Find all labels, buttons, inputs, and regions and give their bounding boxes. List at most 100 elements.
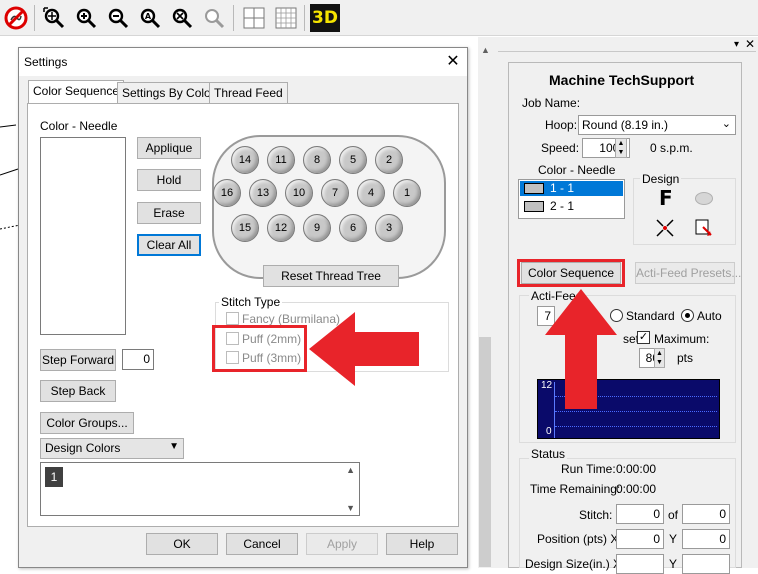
speed-label: Speed: <box>541 141 580 155</box>
canvas-scrollbar[interactable]: ▲ <box>478 37 492 568</box>
main-toolbar: A 3D <box>0 0 758 36</box>
spool-5[interactable]: 5 <box>339 146 367 174</box>
step-forward-button[interactable]: Step Forward <box>40 349 116 371</box>
scroll-down-icon[interactable]: ▼ <box>346 503 355 513</box>
spinner-icon[interactable]: ▲ ▼ <box>615 138 627 158</box>
fancy-checkbox[interactable] <box>226 312 239 325</box>
design-group <box>633 178 736 245</box>
zoom-fit-icon[interactable] <box>40 4 68 32</box>
design-colors-list[interactable]: 1 ▲ ▼ <box>40 462 360 516</box>
hoop-value: Round (8.19 in.) <box>582 118 669 132</box>
toolbar-separator <box>304 5 305 31</box>
spool-7[interactable]: 7 <box>321 179 349 207</box>
run-time-value: 0:00:00 <box>616 462 657 476</box>
standard-label: Standard <box>626 309 675 323</box>
close-icon[interactable]: ✕ <box>745 37 755 51</box>
pane-divider <box>498 51 756 52</box>
spool-13[interactable]: 13 <box>249 179 277 207</box>
color-needle-list[interactable] <box>40 137 126 335</box>
stitch-label: Stitch: <box>579 508 613 522</box>
scroll-up-icon[interactable]: ▲ <box>346 465 355 475</box>
color-needle-list[interactable]: 1 - 1 2 - 1 <box>518 179 625 219</box>
design-size-label: Design Size(in.) X <box>525 557 622 571</box>
scroll-up-icon[interactable]: ▲ <box>481 45 490 55</box>
dialog-title: Settings <box>24 55 68 69</box>
auto-label: Auto <box>697 309 722 323</box>
design-size-x <box>616 554 664 574</box>
pin-icon[interactable]: ▾ <box>734 39 739 50</box>
zoom-cancel-icon[interactable] <box>168 4 196 32</box>
hoop-shape-icon <box>695 192 713 205</box>
spool-10[interactable]: 10 <box>285 179 313 207</box>
clear-all-button[interactable]: Clear All <box>137 234 201 256</box>
time-remaining-value: 0:00:00 <box>616 482 657 496</box>
position-y-label: Y <box>669 532 678 546</box>
stitch-value: 0 <box>616 504 664 524</box>
design-color-swatch[interactable]: 1 <box>45 467 63 487</box>
design-colors-select[interactable]: Design Colors ▼ <box>40 438 184 459</box>
step-back-button[interactable]: Step Back <box>40 380 116 402</box>
erase-button[interactable]: Erase <box>137 202 201 224</box>
zoom-in-icon[interactable] <box>72 4 100 32</box>
grid-icon[interactable] <box>240 4 268 32</box>
spool-2[interactable]: 2 <box>375 146 403 174</box>
spool-14[interactable]: 14 <box>231 146 259 174</box>
tab-thread-feed[interactable]: Thread Feed <box>209 82 288 103</box>
grid-fine-icon[interactable] <box>272 4 300 32</box>
color-groups-button[interactable]: Color Groups... <box>40 412 134 434</box>
chevron-down-icon: ⌄ <box>721 118 731 130</box>
zoom-area-icon[interactable]: A <box>136 4 164 32</box>
trace-icon[interactable] <box>693 217 715 239</box>
help-button[interactable]: Help <box>386 533 458 555</box>
tab-color-sequence[interactable]: Color Sequence <box>28 80 125 104</box>
annotation-arrow-up-icon <box>545 289 617 409</box>
design-size-y <box>682 554 730 574</box>
toolbar-separator <box>233 5 234 31</box>
3d-view-icon[interactable]: 3D <box>310 4 340 32</box>
spool-6[interactable]: 6 <box>339 214 367 242</box>
acti-feed-presets-button[interactable]: Acti-Feed Presets... <box>635 262 741 284</box>
spool-1[interactable]: 1 <box>393 179 421 207</box>
annotation-highlight-box <box>212 325 307 372</box>
cancel-button[interactable]: Cancel <box>226 533 298 555</box>
maximum-checkbox[interactable]: ✓ <box>637 331 650 344</box>
design-label: Design <box>640 172 682 186</box>
list-item-selected[interactable]: 1 - 1 <box>520 181 623 196</box>
design-size-y-label: Y <box>669 557 678 571</box>
no-stitch-icon[interactable] <box>2 4 30 32</box>
close-icon[interactable]: ✕ <box>443 52 463 72</box>
spool-9[interactable]: 9 <box>303 214 331 242</box>
zoom-out-icon[interactable] <box>104 4 132 32</box>
hold-button[interactable]: Hold <box>137 169 201 191</box>
chevron-down-icon: ▼ <box>169 441 179 452</box>
spool-11[interactable]: 11 <box>267 146 295 174</box>
tab-settings-by-color[interactable]: Settings By Color <box>117 82 220 103</box>
spool-12[interactable]: 12 <box>267 214 295 242</box>
dialog-titlebar[interactable]: Settings ✕ <box>19 48 467 76</box>
maximum-label: Maximum: <box>654 332 710 346</box>
spool-15[interactable]: 15 <box>231 214 259 242</box>
reset-thread-tree-button[interactable]: Reset Thread Tree <box>263 265 399 287</box>
auto-radio[interactable] <box>681 309 694 322</box>
3d-label: 3D <box>312 8 338 28</box>
spool-3[interactable]: 3 <box>375 214 403 242</box>
position-label: Position (pts) X <box>537 532 619 546</box>
zoom-reset-icon[interactable] <box>200 4 228 32</box>
apply-button[interactable]: Apply <box>306 533 378 555</box>
spool-8[interactable]: 8 <box>303 146 331 174</box>
scroll-thumb[interactable] <box>479 337 491 567</box>
hoop-select[interactable]: Round (8.19 in.) ⌄ <box>578 115 736 135</box>
job-name-label: Job Name: <box>522 96 581 110</box>
ok-button[interactable]: OK <box>146 533 218 555</box>
annotation-highlight-box <box>517 259 625 287</box>
applique-button[interactable]: Applique <box>137 137 201 159</box>
spinner-icon[interactable]: ▲ ▼ <box>654 348 665 368</box>
speed-unit: 0 s.p.m. <box>650 141 693 155</box>
center-icon <box>656 219 674 237</box>
step-input[interactable]: 0 <box>122 349 154 370</box>
design-letter: F <box>659 186 673 210</box>
spool-4[interactable]: 4 <box>357 179 385 207</box>
spool-16[interactable]: 16 <box>213 179 241 207</box>
list-item[interactable]: 2 - 1 <box>520 199 623 214</box>
toolbar-separator <box>34 5 35 31</box>
